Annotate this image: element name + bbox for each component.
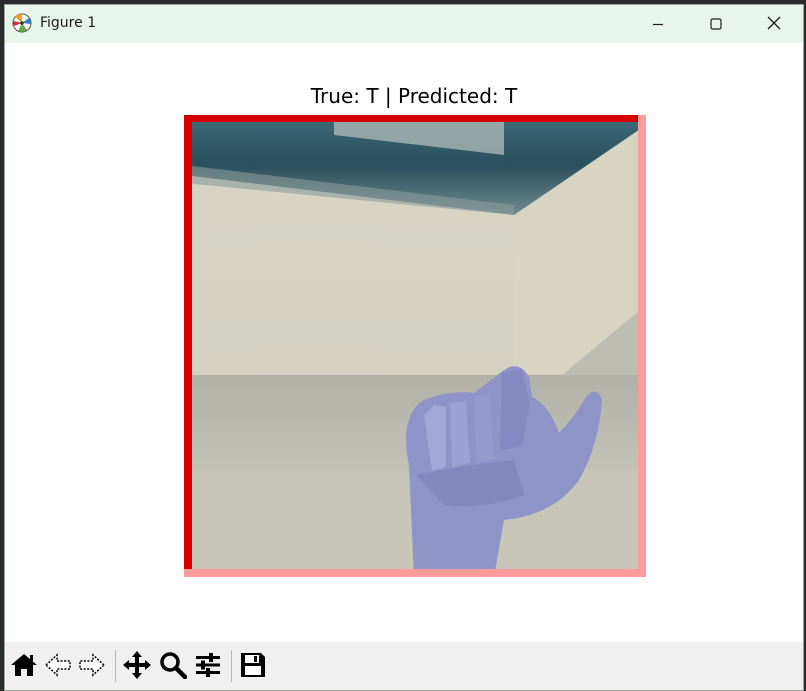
minimize-icon — [652, 15, 664, 34]
save-icon — [239, 651, 267, 683]
back-button[interactable] — [42, 651, 74, 683]
zoom-button[interactable] — [157, 651, 189, 683]
configure-subplots-button[interactable] — [192, 651, 224, 683]
configure-subplots-icon — [194, 652, 222, 682]
toolbar-separator — [231, 650, 232, 682]
home-button[interactable] — [8, 651, 40, 683]
minimize-button[interactable] — [629, 5, 687, 43]
hand-sign-photo — [184, 115, 646, 577]
matplotlib-icon — [12, 13, 32, 33]
pan-button[interactable] — [121, 651, 153, 683]
forward-icon — [78, 652, 106, 682]
close-button[interactable] — [745, 5, 803, 43]
plot-title: True: T | Predicted: T — [310, 84, 518, 108]
save-button[interactable] — [237, 651, 269, 683]
figure-canvas[interactable]: True: T | Predicted: T — [5, 43, 803, 642]
home-icon — [10, 652, 38, 682]
toolbar-separator — [115, 650, 116, 682]
window-title: Figure 1 — [40, 15, 97, 31]
figure-window: Figure 1 True: T | Predicted: T — [4, 4, 804, 691]
forward-button[interactable] — [76, 651, 108, 683]
title-bar[interactable]: Figure 1 — [5, 5, 803, 43]
zoom-icon — [159, 651, 188, 683]
maximize-button[interactable] — [687, 5, 745, 43]
back-icon — [44, 652, 72, 682]
maximize-icon — [710, 15, 722, 34]
pan-icon — [122, 650, 152, 684]
navigation-toolbar — [5, 642, 803, 690]
close-icon — [767, 15, 781, 34]
sign-image — [184, 115, 646, 577]
